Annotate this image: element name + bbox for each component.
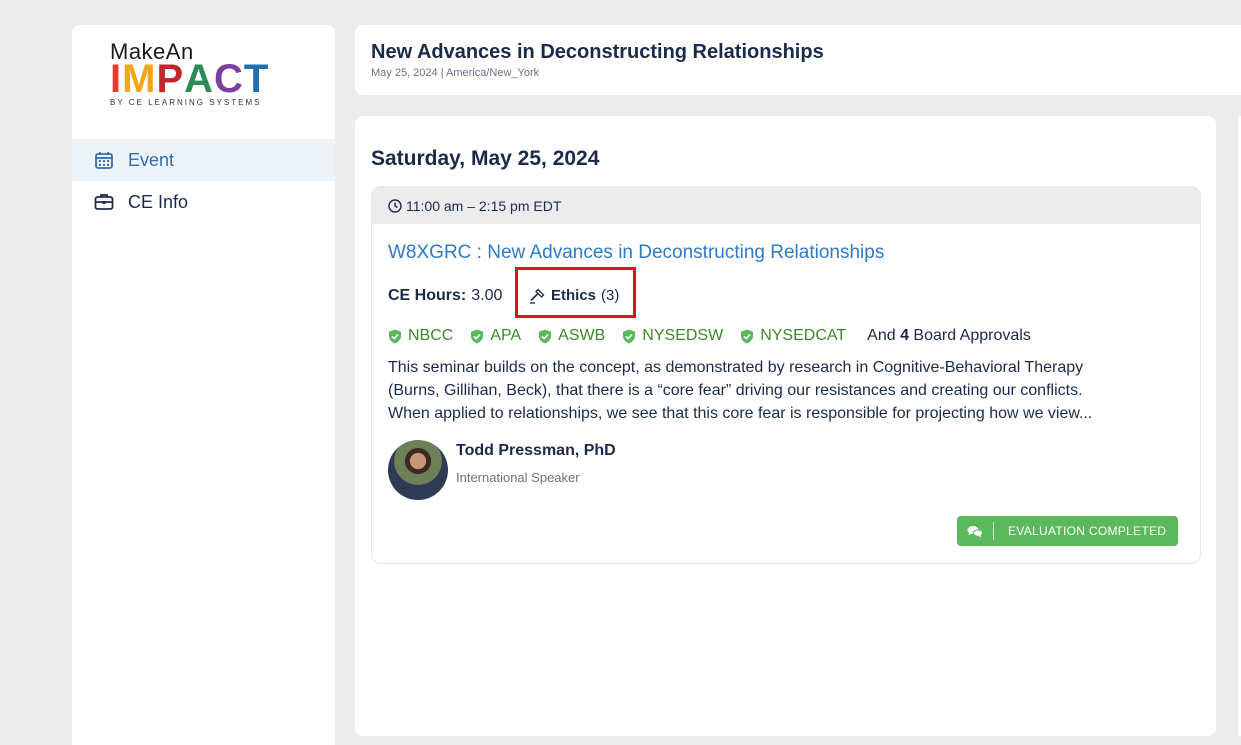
logo-letter: M bbox=[122, 57, 157, 101]
logo-letter: P bbox=[156, 57, 185, 101]
speaker[interactable]: Todd Pressman, PhD International Speaker bbox=[388, 440, 788, 502]
logo-letter: C bbox=[214, 57, 244, 101]
board-name: ASWB bbox=[558, 327, 606, 344]
logo-byline: BY CE LEARNING SYSTEMS bbox=[110, 98, 262, 107]
logo-letter: I bbox=[110, 57, 123, 101]
description-line: When applied to relationships, we see th… bbox=[388, 405, 1093, 422]
ce-hours: CE Hours: 3.00 bbox=[388, 287, 502, 305]
and-count: 4 bbox=[900, 327, 909, 344]
and-text: And bbox=[867, 327, 896, 344]
sidebar-item-ce-info[interactable]: CE Info bbox=[72, 181, 335, 223]
ethics-label: Ethics bbox=[551, 287, 597, 304]
session-card: 11:00 am – 2:15 pm EDT W8XGRC : New Adva… bbox=[371, 186, 1201, 564]
chat-bubbles-icon bbox=[957, 525, 993, 538]
shield-check-icon bbox=[623, 329, 636, 343]
speaker-name: Todd Pressman, PhD bbox=[456, 442, 616, 459]
logo-letter: T bbox=[243, 57, 270, 101]
session-description: This seminar builds on the concept, as d… bbox=[388, 356, 1188, 425]
more-board-approvals[interactable]: And 4 Board Approvals bbox=[867, 327, 1031, 345]
clock-icon bbox=[388, 198, 402, 213]
board-name: APA bbox=[490, 327, 522, 344]
sidebar: MakeAn IMPACT BY CE LEARNING SYSTEMS Eve… bbox=[72, 25, 335, 745]
speaker-role: International Speaker bbox=[456, 470, 580, 485]
sidebar-item-event[interactable]: Event bbox=[72, 139, 335, 181]
logo-letter: A bbox=[184, 57, 215, 101]
board-badge[interactable]: APA bbox=[470, 327, 521, 345]
board-badge[interactable]: ASWB bbox=[538, 327, 605, 345]
day-title: Saturday, May 25, 2024 bbox=[371, 147, 600, 170]
page-title: New Advances in Deconstructing Relations… bbox=[371, 41, 824, 63]
ethics-badge[interactable]: Ethics (3) bbox=[529, 287, 619, 304]
ethics-count: (3) bbox=[601, 287, 620, 304]
board-name: NBCC bbox=[408, 327, 454, 344]
gavel-icon bbox=[530, 288, 545, 304]
session-title-link[interactable]: W8XGRC : New Advances in Deconstructing … bbox=[388, 242, 884, 264]
shield-check-icon bbox=[741, 329, 754, 343]
briefcase-icon bbox=[94, 194, 114, 210]
sidebar-item-label: CE Info bbox=[128, 191, 189, 212]
shield-check-icon bbox=[539, 329, 552, 343]
board-name: NYSEDCAT bbox=[760, 327, 847, 344]
evaluation-completed-button[interactable]: EVALUATION COMPLETED bbox=[957, 516, 1178, 546]
calendar-icon bbox=[95, 152, 113, 169]
and-text-post: Board Approvals bbox=[913, 327, 1031, 344]
sidebar-item-label: Event bbox=[128, 149, 175, 170]
board-badge[interactable]: NYSEDSW bbox=[622, 327, 723, 345]
event-header: New Advances in Deconstructing Relations… bbox=[355, 25, 1241, 95]
board-badge[interactable]: NBCC bbox=[388, 327, 453, 345]
session-time: 11:00 am – 2:15 pm EDT bbox=[406, 197, 562, 214]
event-date-timezone: May 25, 2024 | America/New_York bbox=[371, 67, 540, 79]
evaluation-label: EVALUATION COMPLETED bbox=[1008, 524, 1167, 538]
make-an-impact-logo[interactable]: MakeAn IMPACT BY CE LEARNING SYSTEMS bbox=[110, 39, 300, 109]
description-line: This seminar builds on the concept, as d… bbox=[388, 359, 1084, 376]
board-approvals: NBCC APA ASWB NYSEDSW NYSEDCAT And 4 Boa… bbox=[388, 327, 1031, 345]
button-divider bbox=[993, 522, 994, 540]
ce-hours-label: CE Hours: bbox=[388, 287, 467, 304]
session-time-bar: 11:00 am – 2:15 pm EDT bbox=[372, 187, 1200, 224]
board-name: NYSEDSW bbox=[642, 327, 724, 344]
logo-impact: IMPACT bbox=[110, 57, 269, 102]
shield-check-icon bbox=[471, 329, 484, 343]
event-main-panel: Saturday, May 25, 2024 11:00 am – 2:15 p… bbox=[355, 116, 1216, 736]
ce-hours-value: 3.00 bbox=[471, 287, 503, 304]
description-line: (Burns, Gillihan, Beck), that there is a… bbox=[388, 382, 1083, 399]
shield-check-icon bbox=[389, 329, 401, 343]
board-badge[interactable]: NYSEDCAT bbox=[740, 327, 846, 345]
avatar bbox=[388, 440, 448, 500]
